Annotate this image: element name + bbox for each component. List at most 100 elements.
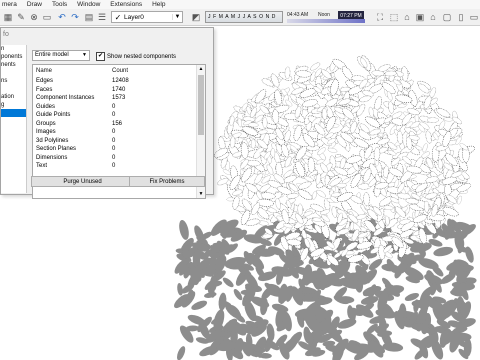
- row-count: 0: [112, 154, 116, 161]
- table-row: Dimensions 0: [33, 154, 193, 162]
- foliage-leaf: [272, 88, 284, 107]
- show-nested-toggle[interactable]: ✔ Show nested components: [96, 52, 176, 61]
- tree-item[interactable]: g: [1, 101, 26, 109]
- row-name: Text: [36, 163, 48, 169]
- scroll-up-icon[interactable]: ▲: [197, 65, 205, 73]
- pencil-icon[interactable]: ✎: [15, 11, 27, 23]
- iso-view-icon[interactable]: ⬚: [388, 11, 400, 23]
- layer-select[interactable]: ✓ Layer0 ▼: [111, 11, 183, 23]
- close-icon[interactable]: ⊗: [28, 11, 40, 23]
- tree-item[interactable]: nents: [1, 61, 26, 69]
- shadow-leaf: [176, 282, 184, 296]
- nested-checkbox[interactable]: ✔: [96, 52, 105, 61]
- foliage-leaf: [274, 197, 282, 210]
- table-row: 3d Polylines 0: [33, 137, 193, 145]
- row-name: Section Planes: [36, 146, 77, 152]
- row-name: Component Instances: [36, 95, 95, 101]
- fix-problems-button[interactable]: Fix Problems: [129, 176, 205, 187]
- table-row: Component Instances 1573: [33, 94, 193, 102]
- back-view-icon[interactable]: ▯: [455, 11, 467, 23]
- zoom-extents-icon[interactable]: ⛶: [374, 11, 386, 23]
- scroll-thumb[interactable]: [198, 75, 204, 135]
- shadow-leaf: [265, 322, 276, 342]
- row-name: Guides: [36, 103, 56, 110]
- row-name: Dimensions: [36, 154, 68, 161]
- nested-label: Show nested components: [107, 53, 177, 60]
- tree-item[interactable]: [1, 69, 26, 77]
- front-view-icon[interactable]: ▣: [414, 11, 426, 23]
- scroll-down-icon[interactable]: ▼: [197, 190, 205, 198]
- tree-item[interactable]: [1, 85, 26, 93]
- table-row: Faces 1740: [33, 86, 193, 94]
- foliage-leaf: [387, 100, 395, 115]
- table-row: Section Planes 0: [33, 145, 193, 153]
- layer-icon[interactable]: ▤: [83, 11, 95, 23]
- scope-select[interactable]: Entire model ▼: [32, 50, 90, 61]
- layers-manager-icon[interactable]: ☰: [96, 11, 108, 23]
- foliage-shadow: [171, 216, 478, 360]
- row-count: 12408: [112, 78, 129, 84]
- menu-extensions[interactable]: Extensions: [110, 0, 142, 9]
- redo-icon[interactable]: ↷: [69, 11, 81, 23]
- menu-camera[interactable]: mera: [2, 0, 17, 9]
- category-tree: n ponents nents ns ation g: [1, 45, 27, 193]
- home-icon[interactable]: ⌂: [401, 11, 413, 23]
- panel-title: fo: [3, 31, 9, 38]
- month-slider[interactable]: J F M A M J J A S O N D: [205, 11, 283, 23]
- menu-draw[interactable]: Draw: [27, 0, 42, 9]
- layer-value: Layer0: [124, 13, 144, 21]
- tree-item-statistics[interactable]: [1, 109, 26, 117]
- row-name: Images: [36, 129, 56, 135]
- paint-bucket-icon[interactable]: ▦: [2, 11, 14, 23]
- shadow-leaf: [232, 287, 244, 302]
- sunrise-time: 04:43 AM: [287, 12, 309, 18]
- chevron-down-icon: ▼: [172, 14, 182, 20]
- foliage-leaf: [341, 176, 352, 186]
- eraser-icon[interactable]: ▭: [41, 11, 53, 23]
- tree-item[interactable]: ns: [1, 77, 26, 85]
- foliage-leaf: [297, 203, 304, 216]
- house-icon[interactable]: ⌂: [427, 11, 439, 23]
- right-view-icon[interactable]: ▢: [441, 11, 453, 23]
- shadow-leaf: [221, 275, 236, 289]
- menu-window[interactable]: Window: [77, 0, 100, 9]
- row-count: 1573: [112, 95, 126, 101]
- row-name: Groups: [36, 120, 56, 127]
- noon-label: Noon: [318, 12, 330, 18]
- toolbar: ▦ ✎ ⊗ ▭ ↶ ↷ ▤ ☰ ✓ Layer0 ▼ ◩ J F M A M J…: [0, 9, 480, 26]
- shadow-leaf: [175, 345, 187, 360]
- tree-item[interactable]: n: [1, 45, 26, 53]
- foliage-leaf: [421, 142, 429, 154]
- table-row: Images 0: [33, 128, 193, 136]
- row-count: 0: [112, 129, 116, 135]
- foliage-leaf: [297, 179, 313, 192]
- model-info-panel: fo n ponents nents ns ation g Entire mod…: [0, 27, 214, 199]
- shadow-leaf: [177, 219, 191, 241]
- row-count: 156: [112, 120, 123, 127]
- undo-icon[interactable]: ↶: [56, 11, 68, 23]
- row-name: 3d Polylines: [36, 137, 69, 144]
- table-row: Groups 156: [33, 120, 193, 128]
- foliage-leaf: [456, 195, 463, 206]
- shadow-leaf: [190, 298, 209, 312]
- tree-item[interactable]: ponents: [1, 53, 26, 61]
- table-row: Guides 0: [33, 103, 193, 111]
- tree-item[interactable]: ation: [1, 93, 26, 101]
- shadow-leaf: [432, 245, 454, 258]
- scope-value: Entire model: [35, 52, 69, 58]
- foliage-leaf: [426, 117, 440, 123]
- column-header-count: Count: [112, 68, 129, 74]
- left-view-icon[interactable]: ▭: [468, 11, 480, 23]
- menu-tools[interactable]: Tools: [52, 0, 67, 9]
- table-row: Guide Points 0: [33, 111, 193, 119]
- shadows-icon[interactable]: ◩: [190, 11, 202, 23]
- row-count: 0: [112, 146, 116, 152]
- foliage-leaf: [236, 117, 243, 128]
- table-row: Edges 12408: [33, 77, 193, 85]
- row-name: Guide Points: [36, 112, 71, 118]
- time-slider[interactable]: [287, 19, 365, 23]
- purge-unused-button[interactable]: Purge Unused: [31, 176, 134, 187]
- foliage-leaf: [250, 138, 256, 150]
- menu-help[interactable]: Help: [152, 0, 165, 9]
- column-header-name: Name: [36, 68, 53, 74]
